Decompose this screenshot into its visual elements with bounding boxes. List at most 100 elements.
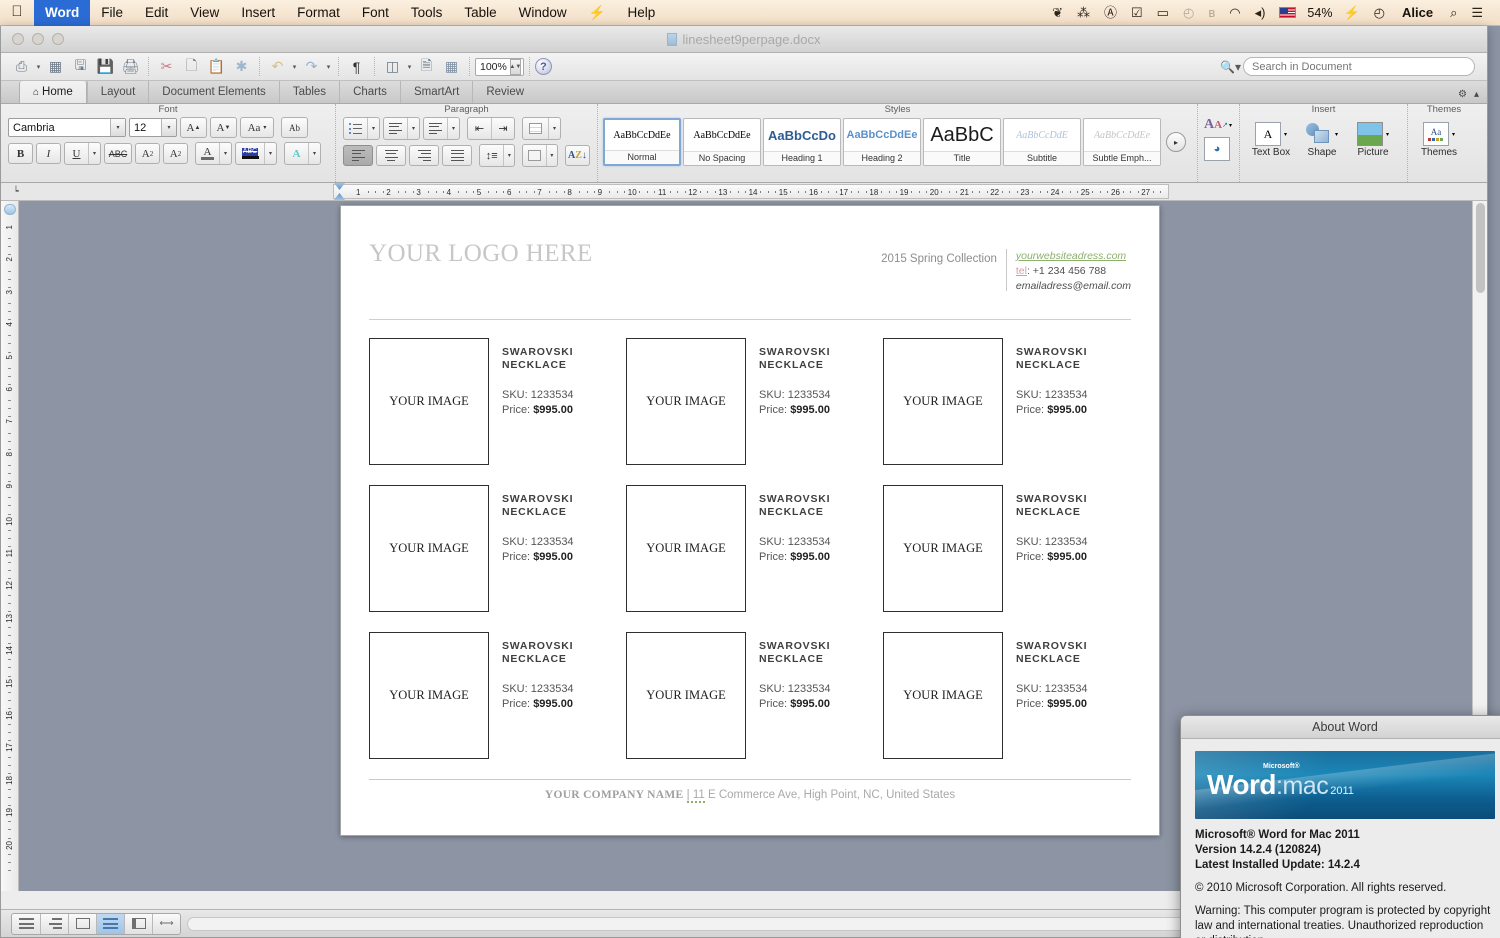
highlight-button[interactable]: ABC — [236, 143, 264, 164]
tab-tables[interactable]: Tables — [278, 81, 339, 103]
apple-menu-icon[interactable]:  — [0, 3, 34, 22]
notification-center-icon[interactable]: ☰ — [1464, 0, 1490, 26]
styles-pane-icon[interactable]: ◕ — [1204, 137, 1230, 161]
tab-charts[interactable]: Charts — [339, 81, 400, 103]
insert-shape-button[interactable]: ▾ Shape — [1298, 122, 1346, 158]
menu-item-file[interactable]: File — [90, 0, 134, 26]
style-heading-1[interactable]: AaBbCcDo Heading 1 — [763, 118, 841, 166]
search-icon[interactable]: 🔍▾ — [1220, 60, 1241, 74]
indent-markers[interactable] — [334, 183, 345, 200]
user-menu-alice[interactable]: Alice — [1392, 5, 1443, 20]
menu-item-view[interactable]: View — [179, 0, 230, 26]
redo-chevron-icon[interactable]: ▾ — [324, 63, 333, 71]
strikethrough-button[interactable]: ABC — [104, 143, 132, 164]
align-center-button[interactable] — [376, 145, 406, 166]
publishing-layout-view-button[interactable] — [68, 913, 96, 934]
insert-text-box-button[interactable]: A ▾ Text Box — [1247, 122, 1295, 158]
bluetooth-icon[interactable]: ʙ — [1201, 0, 1222, 26]
multilevel-list-button[interactable] — [424, 118, 447, 139]
top-margin-marker[interactable] — [4, 204, 16, 215]
numbering-chevron-down-icon[interactable]: ▾ — [407, 118, 419, 139]
time-machine-icon[interactable]: ◴ — [1176, 0, 1201, 26]
manage-styles-button[interactable]: A A ↗ ▾ — [1204, 117, 1232, 133]
product-item[interactable]: YOUR IMAGE SWAROVSKI NECKLACE SKU: 1233534 P… — [626, 485, 874, 612]
full-screen-view-button[interactable]: ⟷ — [152, 913, 180, 934]
subscript-button[interactable]: A2 — [163, 143, 188, 164]
styles-gallery-more-button[interactable]: ▸ — [1166, 132, 1186, 152]
line-spacing-chevron-down-icon[interactable]: ▾ — [503, 145, 514, 166]
style-normal[interactable]: AaBbCcDdEe Normal — [603, 118, 681, 166]
picture-chevron-down-icon[interactable]: ▾ — [1386, 131, 1389, 138]
tab-smartart[interactable]: SmartArt — [399, 81, 472, 103]
product-image-placeholder[interactable]: YOUR IMAGE — [369, 338, 489, 465]
style-no-spacing[interactable]: AaBbCcDdEe No Spacing — [683, 118, 761, 166]
product-image-placeholder[interactable]: YOUR IMAGE — [626, 338, 746, 465]
tab-review[interactable]: Review — [472, 81, 537, 103]
themes-button[interactable]: Aa ▾ Themes — [1415, 122, 1463, 158]
sort-button[interactable]: AZ↓ — [564, 145, 590, 166]
text-effects-button[interactable]: A — [285, 143, 308, 164]
tab-document-elements[interactable]: Document Elements — [148, 81, 279, 103]
font-name-input[interactable]: Cambria ▾ — [8, 118, 126, 137]
multilevel-chevron-down-icon[interactable]: ▾ — [447, 118, 459, 139]
increase-indent-button[interactable]: ⇥ — [491, 118, 514, 139]
themes-chevron-down-icon[interactable]: ▾ — [1452, 131, 1455, 138]
style-subtle-emphasis[interactable]: AaBbCcDdEe Subtle Emph... — [1083, 118, 1161, 166]
new-document-chevron-icon[interactable]: ▾ — [34, 63, 43, 71]
product-item[interactable]: YOUR IMAGE SWAROVSKI NECKLACE SKU: 1233534 P… — [369, 338, 617, 465]
sync-icon[interactable]: ⁂ — [1070, 0, 1097, 26]
zoom-stepper[interactable]: ▲▼ — [509, 58, 521, 75]
columns-icon[interactable]: ◫ — [380, 56, 405, 78]
style-title[interactable]: AaBbC Title — [923, 118, 1001, 166]
collection-label[interactable]: 2015 Spring Collection — [881, 249, 997, 265]
font-color-button[interactable]: A — [196, 143, 219, 164]
zoom-control[interactable]: 100% ▲▼ — [475, 57, 524, 76]
shading-chevron-down-icon[interactable]: ▾ — [545, 145, 557, 166]
product-image-placeholder[interactable]: YOUR IMAGE — [626, 485, 746, 612]
bullets-chevron-down-icon[interactable]: ▾ — [367, 118, 379, 139]
style-heading-2[interactable]: AaBbCcDdEe Heading 2 — [843, 118, 921, 166]
grow-font-button[interactable]: A ▲ — [180, 117, 207, 138]
line-spacing-button[interactable]: ↕≡ — [480, 145, 503, 166]
tab-selector-icon[interactable]: ┕ — [1, 183, 31, 201]
menu-item-font[interactable]: Font — [351, 0, 400, 26]
decrease-indent-button[interactable]: ⇤ — [468, 118, 491, 139]
redo-icon[interactable]: ↷ — [299, 56, 324, 78]
menu-item-format[interactable]: Format — [286, 0, 351, 26]
clear-formatting-button[interactable]: Ab — [281, 117, 308, 138]
document-elements-icon[interactable]: 🗎 — [414, 56, 439, 78]
undo-chevron-icon[interactable]: ▾ — [290, 63, 299, 71]
notebook-layout-view-button[interactable] — [124, 913, 152, 934]
tab-home[interactable]: ⌂ Home — [19, 81, 87, 103]
borders-chevron-down-icon[interactable]: ▾ — [548, 118, 560, 139]
product-item[interactable]: YOUR IMAGE SWAROVSKI NECKLACE SKU: 1233534 P… — [883, 338, 1131, 465]
ribbon-gear-icon[interactable]: ⚙ — [1458, 89, 1467, 100]
ribbon-collapse-chevron-icon[interactable]: ▴ — [1474, 89, 1479, 100]
italic-button[interactable]: I — [36, 143, 61, 164]
logo-placeholder[interactable]: YOUR LOGO HERE — [369, 240, 593, 268]
draft-view-button[interactable] — [12, 914, 40, 934]
format-painter-icon[interactable]: ✱ — [229, 56, 254, 78]
help-icon[interactable]: ? — [534, 58, 552, 75]
menu-item-table[interactable]: Table — [453, 0, 507, 26]
dropbox-icon[interactable]: ❦ — [1045, 0, 1070, 26]
bold-button[interactable]: B — [8, 143, 33, 164]
insert-picture-button[interactable]: ▾ Picture — [1349, 122, 1397, 158]
product-item[interactable]: YOUR IMAGE SWAROVSKI NECKLACE SKU: 1233534 P… — [626, 632, 874, 759]
font-name-chevron-down-icon[interactable]: ▾ — [110, 119, 125, 136]
battery-icon[interactable]: ⚡ — [1336, 0, 1366, 26]
bullets-button[interactable] — [344, 118, 367, 139]
product-item[interactable]: YOUR IMAGE SWAROVSKI NECKLACE SKU: 1233534 P… — [626, 338, 874, 465]
airplay-icon[interactable]: ▭ — [1150, 0, 1176, 26]
product-item[interactable]: YOUR IMAGE SWAROVSKI NECKLACE SKU: 1233534 P… — [369, 485, 617, 612]
menu-item-window[interactable]: Window — [508, 0, 578, 26]
borders-button[interactable] — [523, 118, 548, 139]
horizontal-ruler[interactable]: 1 2 3 4 5 6 7 8 9 10 11 12 13 14 15 16 17 18 19 20 21 22 23 24 2… — [333, 184, 1169, 199]
product-image-placeholder[interactable]: YOUR IMAGE — [369, 632, 489, 759]
menu-item-word[interactable]: Word — [34, 0, 91, 26]
menu-item-help[interactable]: Help — [616, 0, 666, 26]
print-layout-view-button[interactable] — [96, 913, 124, 934]
columns-chevron-icon[interactable]: ▾ — [405, 63, 414, 71]
open-icon[interactable]: ▦ — [43, 56, 68, 78]
justify-button[interactable] — [442, 145, 472, 166]
